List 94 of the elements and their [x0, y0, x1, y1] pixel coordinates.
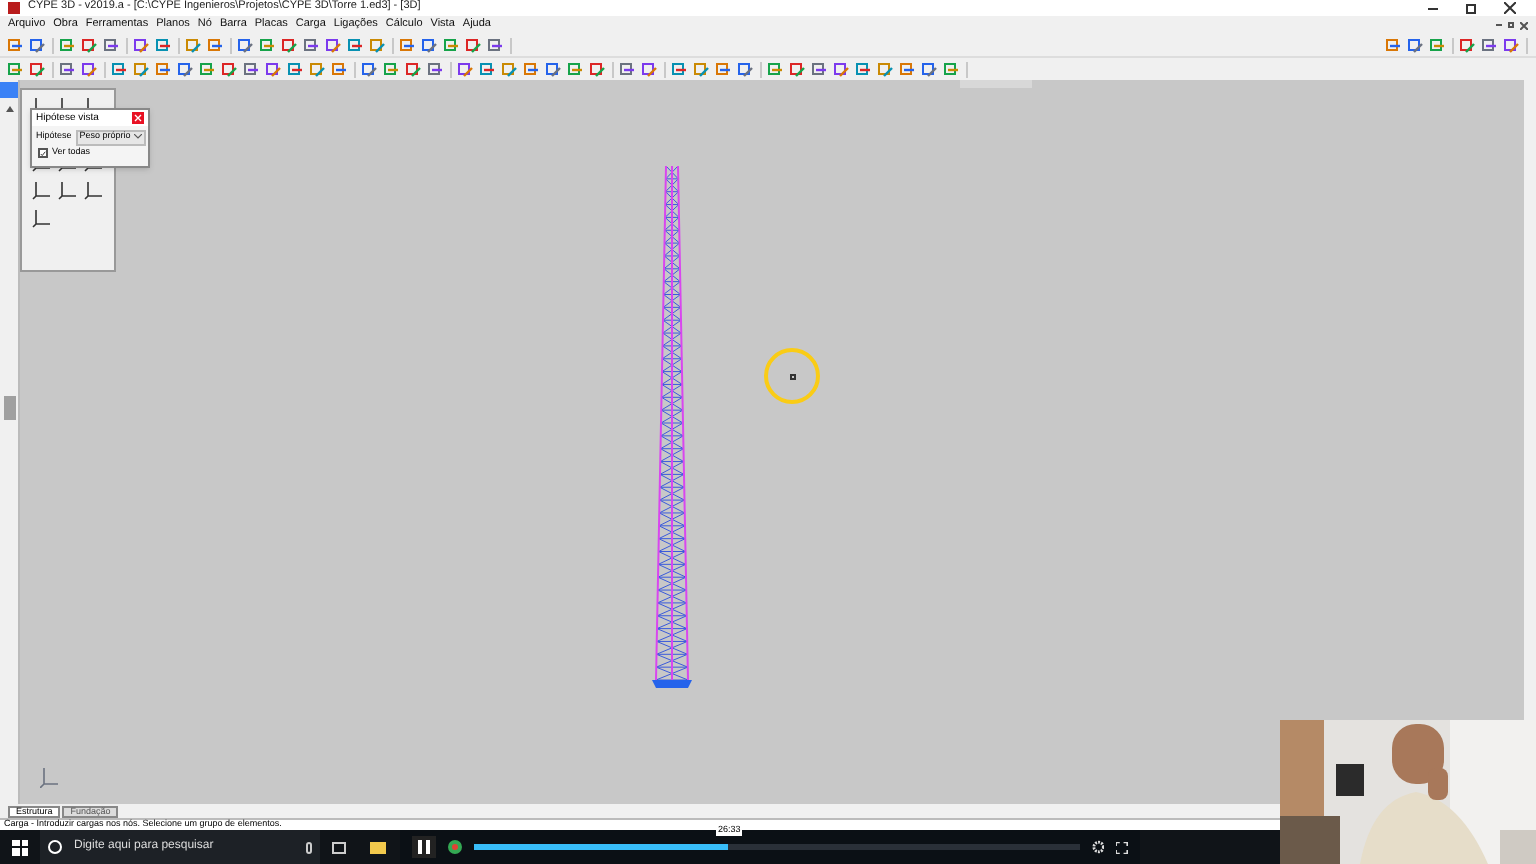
- tool-icon[interactable]: [790, 61, 806, 77]
- tool-icon[interactable]: [878, 61, 894, 77]
- tool-icon[interactable]: [238, 37, 254, 53]
- tool-icon[interactable]: [620, 61, 636, 77]
- close-icon[interactable]: [1520, 21, 1528, 29]
- tool-icon[interactable]: [186, 37, 202, 53]
- tool-icon[interactable]: [266, 61, 282, 77]
- task-view-icon[interactable]: [332, 841, 346, 853]
- tool-icon[interactable]: [104, 37, 120, 53]
- tool-icon[interactable]: [8, 61, 24, 77]
- tool-icon[interactable]: [672, 61, 688, 77]
- restore-icon[interactable]: [1508, 22, 1514, 28]
- tool-icon[interactable]: [222, 61, 238, 77]
- tool-icon[interactable]: [488, 37, 504, 53]
- settings-icon[interactable]: [1091, 840, 1105, 854]
- tool-icon[interactable]: [590, 61, 606, 77]
- tool-icon[interactable]: [156, 61, 172, 77]
- tool-icon[interactable]: [288, 61, 304, 77]
- tool-icon[interactable]: [568, 61, 584, 77]
- tool-icon[interactable]: [694, 61, 710, 77]
- tool-icon[interactable]: [208, 37, 224, 53]
- tool-icon[interactable]: [304, 37, 320, 53]
- tool-icon[interactable]: [428, 61, 444, 77]
- tool-icon[interactable]: [260, 37, 276, 53]
- tool-icon[interactable]: [466, 37, 482, 53]
- close-icon[interactable]: [1504, 2, 1516, 14]
- tool-icon[interactable]: [1430, 37, 1446, 53]
- tool-icon[interactable]: [502, 61, 518, 77]
- windows-icon[interactable]: [12, 839, 28, 855]
- tool-icon[interactable]: [30, 61, 46, 77]
- tool-icon[interactable]: [244, 61, 260, 77]
- tool-icon[interactable]: [60, 61, 76, 77]
- cursor-highlight-icon: [764, 348, 820, 404]
- tool-icon[interactable]: [134, 61, 150, 77]
- tool-icon[interactable]: [422, 37, 438, 53]
- tool-icon[interactable]: [384, 61, 400, 77]
- tool-icon[interactable]: [444, 37, 460, 53]
- tool-icon[interactable]: [362, 61, 378, 77]
- axes-icon[interactable]: [31, 180, 52, 200]
- tool-icon[interactable]: [812, 61, 828, 77]
- checkbox[interactable]: [38, 148, 48, 158]
- folder-icon[interactable]: [370, 841, 386, 853]
- scroll-up-icon[interactable]: [5, 106, 13, 112]
- tool-icon[interactable]: [922, 61, 938, 77]
- tool-icon[interactable]: [738, 61, 754, 77]
- tool-icon[interactable]: [30, 37, 46, 53]
- tool-icon[interactable]: [282, 37, 298, 53]
- scrollbar-thumb[interactable]: [960, 80, 1032, 88]
- tool-icon[interactable]: [8, 37, 24, 53]
- tool-icon[interactable]: [60, 37, 76, 53]
- pause-icon[interactable]: [412, 836, 436, 858]
- tool-icon[interactable]: [642, 61, 658, 77]
- caret-icon: [134, 134, 143, 140]
- tool-icon[interactable]: [1386, 37, 1402, 53]
- tool-icon[interactable]: [332, 61, 348, 77]
- tool-icon[interactable]: [406, 61, 422, 77]
- scrollbar-thumb[interactable]: [3, 396, 15, 420]
- axes-icon[interactable]: [57, 180, 78, 200]
- tool-icon[interactable]: [134, 37, 150, 53]
- minimize-icon[interactable]: [1428, 7, 1438, 9]
- browser-icon[interactable]: [448, 840, 462, 854]
- tool-icon[interactable]: [200, 61, 216, 77]
- tool-icon[interactable]: [524, 61, 540, 77]
- tool-icon[interactable]: [458, 61, 474, 77]
- axes-icon: [40, 768, 60, 788]
- search-icon: [48, 840, 62, 854]
- microphone-icon[interactable]: [306, 841, 312, 853]
- tool-icon[interactable]: [370, 37, 386, 53]
- tool-icon[interactable]: [310, 61, 326, 77]
- restore-icon[interactable]: [1466, 3, 1476, 13]
- tool-icon[interactable]: [480, 61, 496, 77]
- axes-icon[interactable]: [84, 180, 105, 200]
- tool-icon[interactable]: [1408, 37, 1424, 53]
- tool-icon[interactable]: [1460, 37, 1476, 53]
- tool-icon[interactable]: [156, 37, 172, 53]
- tool-icon[interactable]: [400, 37, 416, 53]
- tool-icon[interactable]: [326, 37, 342, 53]
- tool-icon[interactable]: [944, 61, 960, 77]
- tool-icon[interactable]: [82, 37, 98, 53]
- tool-icon[interactable]: [768, 61, 784, 77]
- tool-icon[interactable]: [546, 61, 562, 77]
- tool-icon[interactable]: [1482, 37, 1498, 53]
- axes-icon[interactable]: [31, 208, 52, 228]
- app-icon: [8, 2, 20, 14]
- tool-icon[interactable]: [178, 61, 194, 77]
- tool-icon[interactable]: [82, 61, 98, 77]
- tool-icon[interactable]: [856, 61, 872, 77]
- tool-icon[interactable]: [900, 61, 916, 77]
- tool-icon[interactable]: [112, 61, 128, 77]
- tool-icon[interactable]: [348, 37, 364, 53]
- fullscreen-icon[interactable]: [1116, 841, 1128, 853]
- tool-icon[interactable]: [716, 61, 732, 77]
- tool-icon[interactable]: [1504, 37, 1520, 53]
- tool-icon[interactable]: [834, 61, 850, 77]
